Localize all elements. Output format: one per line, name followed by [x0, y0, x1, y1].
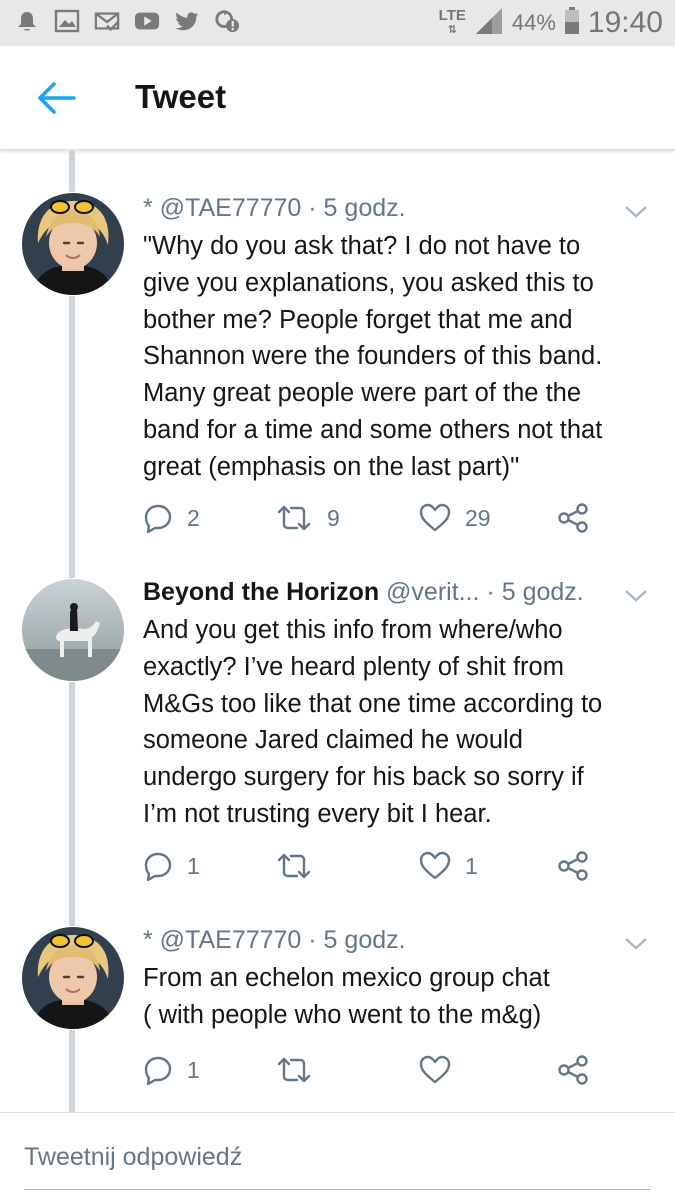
mail-check-icon — [94, 8, 120, 34]
share-button[interactable] — [557, 498, 589, 538]
retweet-button[interactable] — [275, 1050, 327, 1090]
back-arrow-icon — [38, 82, 76, 114]
tweet-header: * @TAE77770 · 5 godz. — [143, 194, 406, 223]
app-header: Tweet — [0, 46, 675, 150]
network-type: LTE ⇅ — [438, 7, 466, 36]
chevron-down-icon[interactable] — [623, 934, 649, 954]
handle[interactable]: @verit... — [379, 578, 479, 606]
battery-icon — [564, 6, 580, 40]
reply-button[interactable]: 2 — [143, 498, 200, 538]
battery-percent: 44% — [511, 10, 556, 35]
tweet-actions: 1 1 — [143, 846, 603, 886]
back-button[interactable] — [30, 76, 82, 120]
image-icon — [54, 8, 80, 34]
like-count: 29 — [465, 504, 491, 531]
retweet-button[interactable] — [275, 846, 327, 886]
timestamp: · 5 godz. — [301, 194, 406, 222]
tweet-text: From an echelon mexico group chat ( with… — [143, 964, 550, 1029]
like-button[interactable]: 29 — [419, 498, 491, 538]
tweet-text: And you get this info from where/who exa… — [143, 616, 603, 828]
reply-composer: Tweetnij odpowiedź — [0, 1112, 675, 1200]
thread-connector — [69, 296, 75, 578]
notification-icons — [14, 8, 240, 34]
reply-icon — [144, 852, 172, 881]
retweet-count: 9 — [327, 504, 340, 531]
reply-button[interactable]: 1 — [143, 846, 200, 886]
tweet-actions: 2 9 29 — [143, 498, 603, 538]
reply-icon — [144, 1056, 172, 1085]
share-icon — [558, 503, 588, 533]
reply-count: 2 — [187, 504, 200, 531]
reply-button[interactable]: 1 — [143, 1050, 200, 1090]
display-name[interactable]: Beyond the Horizon — [143, 578, 379, 606]
clock: 19:40 — [587, 6, 663, 39]
reply-input[interactable]: Tweetnij odpowiedź — [24, 1143, 242, 1172]
tweet-text: "Why do you ask that? I do not have to g… — [143, 232, 603, 481]
chevron-down-icon[interactable] — [623, 586, 649, 606]
share-button[interactable] — [557, 1050, 589, 1090]
tweet-header: Beyond the Horizon @verit... · 5 godz. — [143, 578, 584, 607]
retweet-button[interactable]: 9 — [275, 498, 340, 538]
like-button[interactable]: 1 — [419, 846, 478, 886]
like-button[interactable] — [419, 1050, 465, 1090]
thread-connector — [69, 682, 75, 926]
retweet-icon — [277, 853, 311, 879]
retweet-icon — [277, 1057, 311, 1083]
heart-icon — [419, 1055, 451, 1084]
reply-count: 1 — [187, 852, 200, 879]
tweet-header: * @TAE77770 · 5 godz. — [143, 926, 406, 955]
signal-icon — [474, 6, 504, 41]
avatar[interactable] — [22, 193, 124, 295]
timestamp: · 5 godz. — [301, 926, 406, 954]
avatar[interactable] — [22, 927, 124, 1029]
tweet-actions: 1 — [143, 1050, 603, 1090]
alert-bell-icon — [14, 8, 40, 34]
page-title: Tweet — [135, 78, 227, 115]
status-bar: LTE ⇅ 44% 19:40 — [0, 0, 675, 46]
reply-count: 1 — [187, 1056, 200, 1083]
youtube-icon — [134, 8, 160, 34]
handle[interactable]: * @TAE77770 — [143, 926, 301, 954]
twitter-icon — [174, 8, 200, 34]
heart-icon — [419, 851, 451, 880]
thread-connector — [69, 1030, 75, 1112]
share-button[interactable] — [557, 846, 589, 886]
reply-icon — [144, 504, 172, 533]
share-icon — [558, 851, 588, 881]
share-icon — [558, 1055, 588, 1085]
like-count: 1 — [465, 852, 478, 879]
timestamp: · 5 godz. — [479, 578, 584, 606]
handle[interactable]: * @TAE77770 — [143, 194, 301, 222]
heart-icon — [419, 503, 451, 532]
sync-alert-icon — [214, 8, 240, 34]
system-status: LTE ⇅ 44% 19:40 — [439, 4, 663, 42]
reply-input-underline — [24, 1189, 651, 1190]
thread-connector — [69, 150, 75, 192]
avatar[interactable] — [22, 579, 124, 681]
retweet-icon — [277, 505, 311, 531]
chevron-down-icon[interactable] — [623, 202, 649, 222]
